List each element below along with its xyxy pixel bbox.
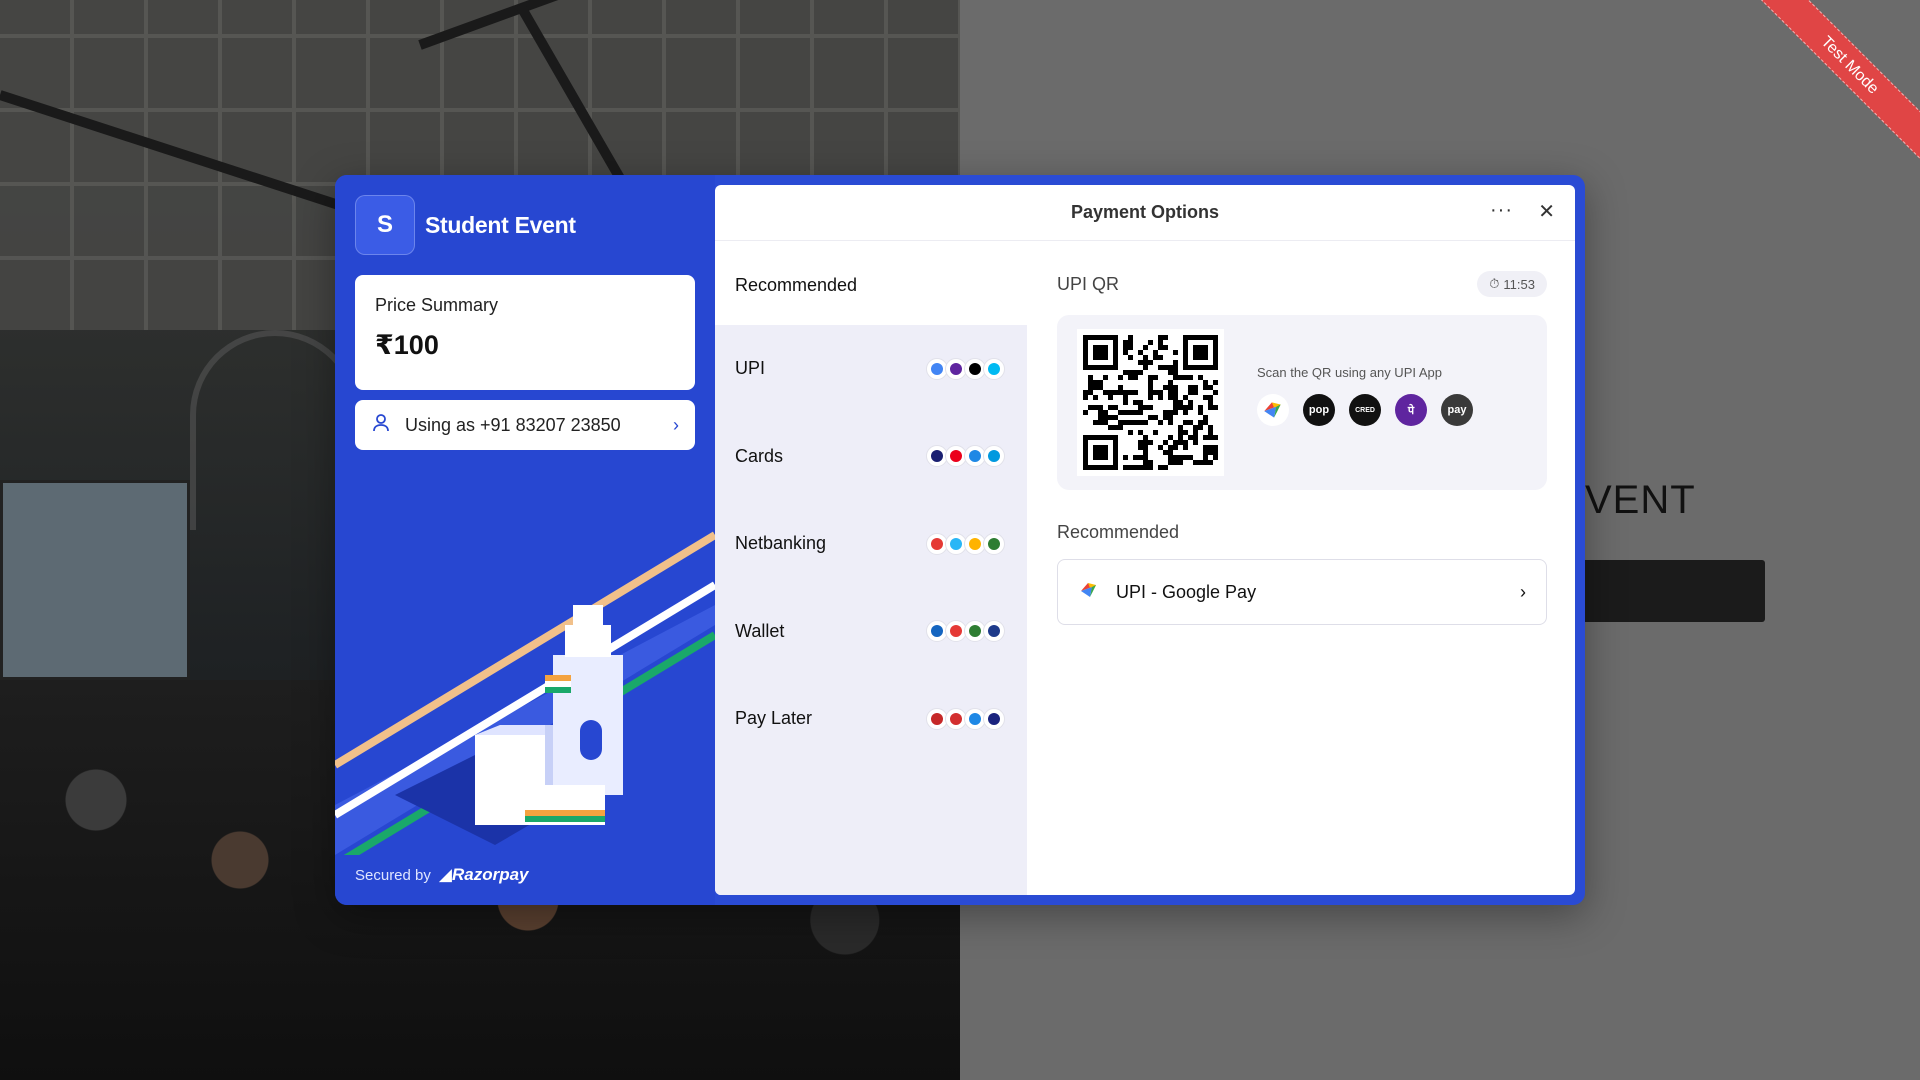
chevron-right-icon: › xyxy=(673,414,679,435)
merchant-pane: S Student Event Price Summary ₹100 Using… xyxy=(335,175,715,905)
provider-logo-icon xyxy=(983,445,1005,468)
upi-detail: UPI QR ⏱ 11:53 Scan the QR using any UPI… xyxy=(1057,241,1547,895)
event-button[interactable] xyxy=(1560,560,1765,622)
razorpay-logo: ◢Razorpay xyxy=(439,865,529,885)
google-pay-icon xyxy=(1078,579,1100,606)
price-summary-card: Price Summary ₹100 xyxy=(355,275,695,390)
upi-app-list: pop CRED पे pay xyxy=(1257,394,1473,426)
recommended-label: Recommended xyxy=(1057,522,1180,542)
method-logos xyxy=(926,532,1005,555)
method-cards[interactable]: Cards xyxy=(715,413,1027,501)
amazonpay-icon: pay xyxy=(1441,394,1473,426)
upi-qr-title: UPI QR xyxy=(1057,273,1120,294)
qr-panel: Scan the QR using any UPI App pop CRED पे p… xyxy=(1057,315,1547,490)
pop-icon: pop xyxy=(1303,394,1335,426)
method-pay-later[interactable]: Pay Later xyxy=(715,675,1027,763)
method-wallet[interactable]: Wallet xyxy=(715,588,1027,676)
method-label: Pay Later xyxy=(735,708,813,729)
method-logos xyxy=(926,707,1005,730)
qr-hint: Scan the QR using any UPI App xyxy=(1257,365,1442,380)
more-options-icon[interactable]: ··· xyxy=(1490,199,1513,222)
user-icon xyxy=(371,413,391,438)
india-gate-illustration xyxy=(335,531,715,855)
methods-list: UPI Cards Netbanking Wallet Pay Later xyxy=(715,325,1027,895)
recommended-google-pay[interactable]: UPI - Google Pay › xyxy=(1057,559,1547,625)
payment-methods: Recommended UPI Cards Netbanking Wallet xyxy=(715,241,1027,895)
qr-code[interactable] xyxy=(1077,329,1224,476)
method-label: UPI xyxy=(735,358,766,379)
user-contact-label: Using as +91 83207 23850 xyxy=(405,414,621,435)
merchant-logo: S xyxy=(355,195,415,255)
upi-qr-header: UPI QR ⏱ 11:53 xyxy=(1057,271,1547,297)
merchant-brand: S Student Event xyxy=(355,195,576,255)
timer-icon: ⏱ xyxy=(1489,276,1500,291)
qr-instructions: Scan the QR using any UPI App pop CRED पे p… xyxy=(1257,365,1473,426)
gpay-icon xyxy=(1257,394,1289,426)
method-logos xyxy=(926,445,1005,468)
provider-logo-icon xyxy=(983,620,1005,643)
phonepe-icon: पे xyxy=(1395,394,1427,426)
method-label: Cards xyxy=(735,445,784,466)
qr-code-image xyxy=(1083,335,1218,470)
provider-logo-icon xyxy=(983,357,1005,380)
methods-heading[interactable]: Recommended xyxy=(715,241,1027,325)
price-summary-label: Price Summary xyxy=(375,295,499,315)
method-upi[interactable]: UPI xyxy=(715,325,1027,413)
razorpay-mark-icon: ◢ xyxy=(438,865,452,884)
chevron-right-icon: › xyxy=(1520,581,1526,602)
method-label: Netbanking xyxy=(735,533,827,554)
ribbon-label: Test Mode xyxy=(1746,0,1920,169)
method-logos xyxy=(926,620,1005,643)
provider-logo-icon xyxy=(983,532,1005,555)
merchant-name: Student Event xyxy=(425,211,576,238)
checkout-modal: S Student Event Price Summary ₹100 Using… xyxy=(335,175,1585,905)
payment-topbar: Payment Options ··· ✕ xyxy=(715,185,1575,241)
secured-by: Secured by ◢Razorpay xyxy=(355,865,529,885)
method-label: Wallet xyxy=(735,620,785,641)
price-amount: ₹100 xyxy=(375,330,439,360)
method-logos xyxy=(926,357,1005,380)
qr-timer: ⏱ 11:53 xyxy=(1477,271,1547,297)
provider-logo-icon xyxy=(983,707,1005,730)
close-icon[interactable]: ✕ xyxy=(1538,199,1555,224)
timer-value: 11:53 xyxy=(1503,276,1535,292)
recommended-item-label: UPI - Google Pay xyxy=(1116,581,1257,602)
test-mode-ribbon: Test Mode xyxy=(1720,0,1920,200)
payment-options-title: Payment Options xyxy=(1070,202,1220,222)
secured-by-label: Secured by xyxy=(355,866,431,884)
razorpay-brand: Razorpay xyxy=(451,865,529,884)
projector-screen xyxy=(0,480,190,680)
method-netbanking[interactable]: Netbanking xyxy=(715,500,1027,588)
event-title: VENT xyxy=(1585,478,1696,522)
payment-pane: Payment Options ··· ✕ Recommended UPI Ca… xyxy=(715,185,1575,895)
cred-icon: CRED xyxy=(1349,394,1381,426)
